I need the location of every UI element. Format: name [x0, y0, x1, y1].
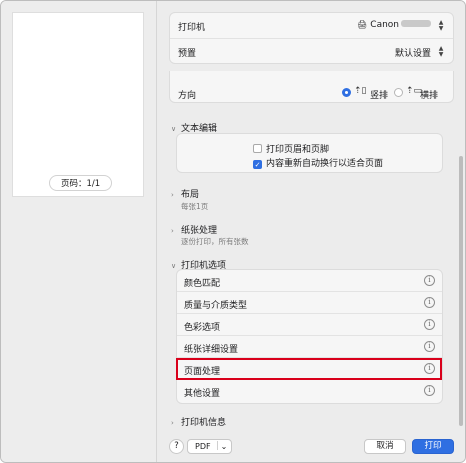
option-label: 颜色匹配 — [184, 279, 221, 289]
info-icon[interactable]: i — [424, 363, 435, 374]
section-printer-info[interactable]: › 打印机信息 — [171, 415, 226, 428]
printer-name: Canon — [370, 20, 399, 30]
presets-popup-chevron-icon[interactable]: ▲ ▼ — [436, 46, 446, 58]
portrait-label[interactable]: 竖排 — [370, 88, 388, 101]
presets-label: 预置 — [178, 49, 197, 59]
layout-summary: 每张1页 — [181, 202, 209, 211]
option-label: 页面处理 — [184, 367, 221, 377]
chevron-right-icon: › — [171, 227, 174, 235]
portrait-radio[interactable] — [342, 88, 351, 97]
settings-scroll-area[interactable]: 方向 ⇡▯ 竖排 ⇡▭ 横排 ∨ 文本编辑 打印页眉和页脚 ✓ 内容重新自动换行以适… — [169, 71, 454, 431]
preview-pane: 页码：1/1 — [1, 1, 157, 462]
print-button[interactable]: 打印 — [412, 439, 454, 454]
settings-pane: 打印机 🖨 Canon ▲ ▼ 预置 默认设置 ▲ ▼ 方向 ⇡▯ 竖排 ⇡▭ 横排 — [158, 1, 465, 462]
printer-icon: 🖨 — [357, 20, 368, 29]
chevron-right-icon: › — [171, 191, 174, 199]
rewrap-label: 内容重新自动换行以适合页面 — [266, 159, 384, 169]
presets-row[interactable]: 预置 默认设置 ▲ ▼ — [170, 39, 453, 65]
info-icon[interactable]: i — [424, 385, 435, 396]
section-layout[interactable]: › 布局 — [171, 187, 199, 200]
page-counter[interactable]: 页码：1/1 — [49, 175, 113, 191]
option-other-settings[interactable]: 其他设置 i — [177, 380, 442, 402]
chevron-down-icon: ⌄ — [220, 442, 228, 451]
paper-handling-title: 纸张处理 — [181, 226, 218, 236]
info-icon[interactable]: i — [424, 341, 435, 352]
dialog-footer: ? PDF ⌄ 取消 打印 — [158, 431, 465, 462]
section-paper-handling[interactable]: › 纸张处理 — [171, 223, 217, 236]
presets-select[interactable]: 默认设置 — [395, 46, 431, 59]
paper-handling-summary: 逐份打印，所有张数 — [181, 237, 249, 246]
rewrap-checkbox[interactable]: ✓ — [253, 160, 262, 169]
redacted-model — [401, 20, 431, 27]
orientation-box: 方向 ⇡▯ 竖排 ⇡▭ 横排 — [169, 71, 454, 103]
header-footer-option[interactable]: 打印页眉和页脚 — [253, 142, 329, 155]
help-button[interactable]: ? — [169, 439, 184, 454]
cancel-button[interactable]: 取消 — [364, 439, 406, 454]
portrait-icon: ⇡▯ — [354, 86, 367, 96]
printer-select[interactable]: 🖨 Canon — [357, 20, 431, 30]
option-quality-media[interactable]: 质量与介质类型 i — [177, 292, 442, 314]
text-edit-box: 打印页眉和页脚 ✓ 内容重新自动换行以适合页面 — [176, 133, 443, 173]
pdf-menu-button[interactable]: PDF ⌄ — [187, 439, 233, 454]
option-color-matching[interactable]: 颜色匹配 i — [177, 270, 442, 292]
option-label: 质量与介质类型 — [184, 301, 248, 311]
option-label: 纸张详细设置 — [184, 345, 239, 355]
layout-title: 布局 — [181, 190, 200, 200]
printer-label: 打印机 — [178, 23, 206, 33]
info-icon[interactable]: i — [424, 319, 435, 330]
pdf-separator — [216, 441, 218, 450]
header-footer-label: 打印页眉和页脚 — [266, 145, 330, 155]
printer-info-title: 打印机信息 — [181, 418, 227, 428]
pdf-label: PDF — [195, 442, 211, 451]
scrollbar-thumb[interactable] — [459, 156, 463, 426]
page-preview — [13, 13, 143, 196]
printer-row[interactable]: 打印机 🖨 Canon ▲ ▼ — [170, 13, 453, 39]
option-color-options[interactable]: 色彩选项 i — [177, 314, 442, 336]
print-dialog: 页码：1/1 打印机 🖨 Canon ▲ ▼ 预置 默认设置 ▲ ▼ 方向 ⇡▯ 竖排 — [0, 0, 466, 463]
info-icon[interactable]: i — [424, 297, 435, 308]
orientation-label: 方向 — [178, 91, 197, 101]
chevron-right-icon: › — [171, 419, 174, 427]
printer-presets-box: 打印机 🖨 Canon ▲ ▼ 预置 默认设置 ▲ ▼ — [169, 12, 454, 64]
chevron-down-icon: ∨ — [171, 125, 177, 133]
printer-popup-chevron-icon[interactable]: ▲ ▼ — [436, 20, 446, 32]
option-label: 色彩选项 — [184, 323, 221, 333]
landscape-label[interactable]: 横排 — [420, 88, 438, 101]
info-icon[interactable]: i — [424, 275, 435, 286]
rewrap-option[interactable]: ✓ 内容重新自动换行以适合页面 — [253, 156, 383, 169]
printer-options-box: 颜色匹配 i 质量与介质类型 i 色彩选项 i 纸张详细设置 i 页面处理 i … — [176, 269, 443, 404]
landscape-radio[interactable] — [394, 88, 403, 97]
option-label: 其他设置 — [184, 389, 221, 399]
option-page-processing[interactable]: 页面处理 i — [177, 358, 442, 380]
option-paper-details[interactable]: 纸张详细设置 i — [177, 336, 442, 358]
header-footer-checkbox[interactable] — [253, 144, 262, 153]
